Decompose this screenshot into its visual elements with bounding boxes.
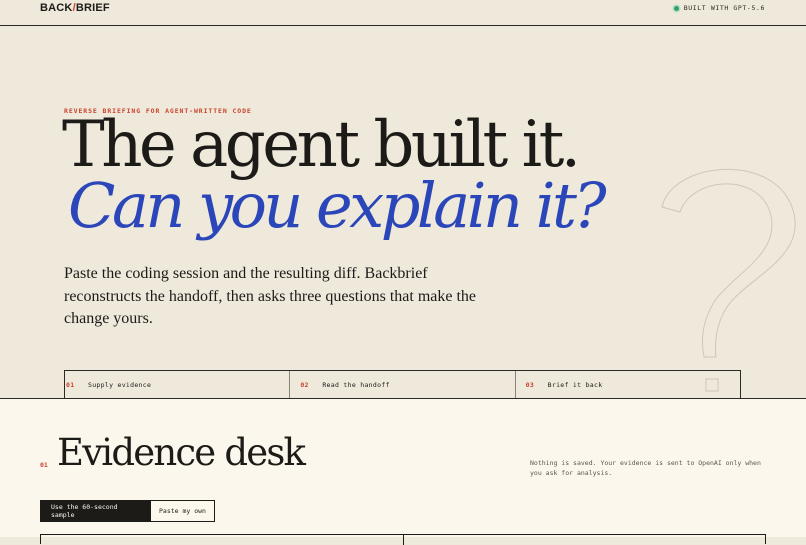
hero-section: REVERSE BRIEFING FOR AGENT-WRITTEN CODE … bbox=[0, 27, 806, 398]
step-read-handoff[interactable]: 02 Read the handoff bbox=[289, 371, 514, 398]
evidence-tabs: Use the 60-second sample Paste my own bbox=[40, 500, 215, 522]
tab-use-sample[interactable]: Use the 60-second sample bbox=[40, 500, 150, 522]
evidence-panel bbox=[40, 534, 766, 545]
step-label: Brief it back bbox=[547, 380, 603, 389]
logo-back: BACK bbox=[40, 2, 73, 14]
tab-paste-own[interactable]: Paste my own bbox=[150, 500, 215, 522]
built-with-label: BUILT WITH GPT-5.6 bbox=[683, 4, 765, 12]
evidence-section: 01 Evidence desk Nothing is saved. Your … bbox=[0, 398, 806, 545]
privacy-note: Nothing is saved. Your evidence is sent … bbox=[530, 459, 761, 477]
section-title: Evidence desk bbox=[57, 431, 306, 474]
question-mark-icon bbox=[661, 168, 796, 392]
top-bar: BACK/BRIEF BUILT WITH GPT-5.6 bbox=[0, 0, 806, 26]
headline-line-2: Can you explain it? bbox=[68, 169, 607, 242]
backbrief-logo[interactable]: BACK/BRIEF bbox=[40, 2, 110, 14]
step-number: 03 bbox=[525, 380, 535, 389]
step-supply-evidence[interactable]: 01 Supply evidence bbox=[65, 371, 289, 398]
built-with-badge: BUILT WITH GPT-5.6 bbox=[673, 4, 765, 12]
logo-brief: BRIEF bbox=[75, 2, 110, 14]
hero-lede: Paste the coding session and the resulti… bbox=[64, 265, 477, 327]
steps-strip: 01 Supply evidence 02 Read the handoff 0… bbox=[64, 370, 741, 398]
step-brief-it-back[interactable]: 03 Brief it back bbox=[514, 371, 740, 398]
status-dot-icon bbox=[673, 5, 679, 11]
step-label: Supply evidence bbox=[88, 380, 152, 389]
section-number: 01 bbox=[40, 461, 48, 469]
step-label: Read the handoff bbox=[322, 380, 390, 389]
step-number: 02 bbox=[300, 380, 309, 389]
step-number: 01 bbox=[66, 380, 75, 389]
